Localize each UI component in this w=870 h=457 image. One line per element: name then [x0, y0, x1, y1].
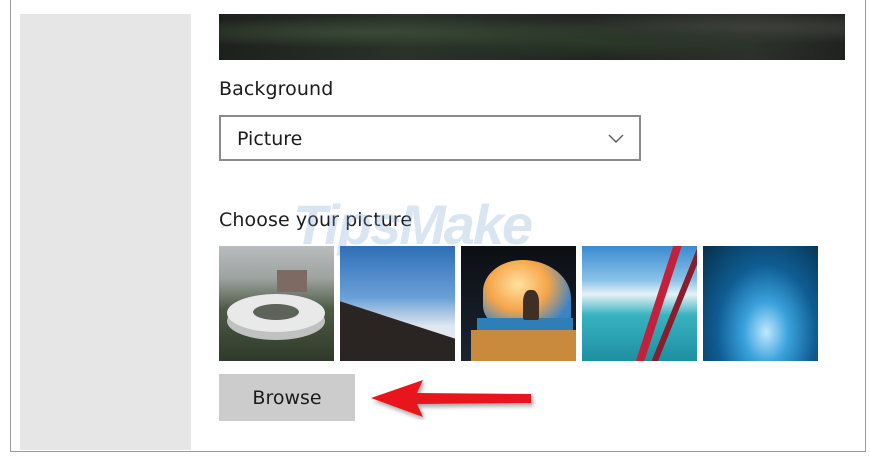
thumbnail-ice-cave[interactable]: [703, 246, 818, 361]
settings-sidebar: [20, 14, 191, 450]
background-preview: [219, 14, 845, 60]
settings-window: Background Picture Choose your picture T…: [10, 0, 866, 452]
thumbnail-airplane-wing-ocean[interactable]: [582, 246, 697, 361]
thumbnail-mountain-clouds[interactable]: [340, 246, 455, 361]
background-dropdown[interactable]: Picture: [219, 115, 641, 161]
background-dropdown-value: Picture: [237, 128, 303, 150]
choose-picture-label: Choose your picture: [219, 209, 413, 231]
background-label: Background: [219, 78, 334, 100]
browse-button[interactable]: Browse: [219, 374, 355, 421]
thumbnail-stadium-aerial[interactable]: [219, 246, 334, 361]
chevron-down-icon: [608, 134, 624, 143]
thumbnail-cave-beach[interactable]: [461, 246, 576, 361]
red-arrow-left-icon: [371, 380, 531, 417]
